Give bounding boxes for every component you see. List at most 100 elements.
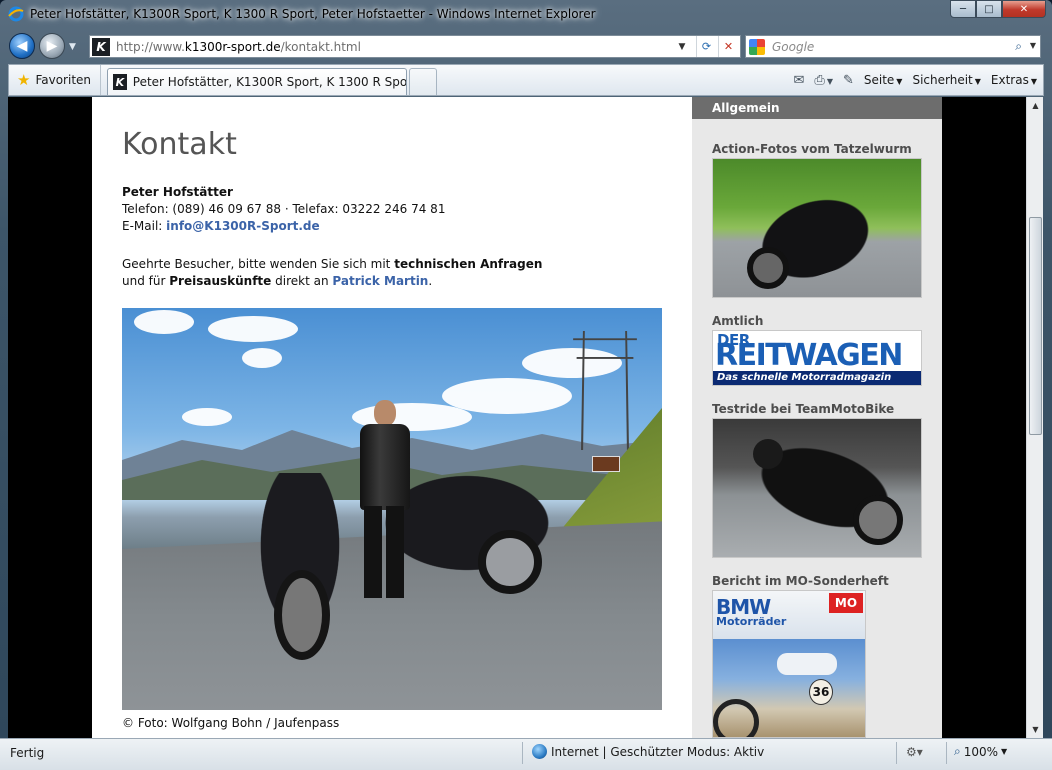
rider-body	[360, 424, 410, 510]
status-separator	[896, 742, 897, 764]
sidebar-label-testride: Testride bei TeamMotoBike	[712, 402, 895, 416]
search-options-icon[interactable]: ▼	[1030, 41, 1036, 50]
page-viewport: Kontakt Peter Hofstätter Telefon: (089) …	[8, 97, 1043, 738]
cloud	[242, 348, 282, 368]
road-sign	[592, 456, 620, 472]
zone-label: Internet | Geschützter Modus: Aktiv	[551, 744, 765, 759]
sidebar-label-mo-report: Bericht im MO-Sonderheft	[712, 574, 889, 588]
rider-head	[374, 400, 396, 426]
new-tab-button[interactable]	[409, 68, 437, 95]
search-icon[interactable]: ⌕	[1015, 39, 1022, 54]
globe-icon	[532, 744, 547, 759]
menu-tools[interactable]: Extras ▼	[991, 73, 1037, 87]
url-path: /kontakt.html	[280, 39, 361, 54]
intro-part2: und für	[122, 274, 166, 288]
favorites-button[interactable]: ★ Favoriten	[9, 65, 101, 95]
title-bar: Peter Hofstätter, K1300R Sport, K 1300 R…	[0, 0, 1052, 30]
email-label: E-Mail:	[122, 219, 163, 233]
contact-person-link[interactable]: Patrick Martin	[332, 274, 428, 288]
toolbar-tools: ✉ ⎙ ▼ ✎ Seite ▼ Sicherheit ▼ Extras ▼	[794, 65, 1038, 95]
page-title: Kontakt	[122, 127, 237, 162]
menu-safety-label: Sicherheit	[912, 73, 973, 87]
action-photo-link[interactable]	[712, 158, 922, 298]
intro-bold2: Preisauskünfte	[169, 274, 272, 288]
mail-icon[interactable]: ✎	[843, 73, 854, 88]
command-bar: ★ Favoriten K Peter Hofstätter, K1300R S…	[8, 64, 1044, 96]
stop-icon[interactable]: ✕	[718, 36, 738, 57]
reitwagen-banner[interactable]: DER REITWAGEN Das schnelle Motorradmagaz…	[712, 330, 922, 386]
back-button[interactable]: ◀	[9, 33, 35, 59]
history-dropdown-icon[interactable]: ▼	[69, 42, 76, 52]
main-photo	[122, 308, 662, 710]
magazine-cover-link[interactable]: BMW Motorräder MO 36	[712, 590, 866, 738]
address-dropdown-icon[interactable]: ▼	[672, 36, 692, 57]
rider-legs	[364, 506, 404, 598]
popup-blocker-icon[interactable]: ⚙▾	[906, 745, 923, 759]
intro-line-2: und für Preisauskünfte direkt an Patrick…	[122, 273, 542, 290]
star-icon: ★	[17, 71, 31, 89]
forward-button[interactable]: ▶	[39, 33, 65, 59]
sidebar-label-amtlich: Amtlich	[712, 314, 764, 328]
minimize-button[interactable]: ─	[950, 0, 976, 18]
status-separator	[946, 742, 947, 764]
address-bar[interactable]: K http://www.k1300r-sport.de/kontakt.htm…	[89, 35, 741, 58]
rider	[354, 400, 414, 600]
reitwagen-title: REITWAGEN	[715, 338, 903, 373]
url-text[interactable]: http://www.k1300r-sport.de/kontakt.html	[116, 40, 361, 54]
ie-logo-icon	[8, 6, 24, 22]
race-number: 36	[809, 679, 833, 705]
status-text: Fertig	[10, 746, 45, 760]
sidebar: Allgemein Action-Fotos vom Tatzelwurm Am…	[692, 97, 942, 738]
helmet	[753, 439, 783, 469]
magazine-picture: 36	[713, 639, 865, 737]
menu-safety[interactable]: Sicherheit ▼	[912, 73, 980, 87]
magazine-title: Motorräder	[716, 615, 787, 628]
security-zone[interactable]: Internet | Geschützter Modus: Aktiv	[532, 744, 764, 759]
testride-photo-link[interactable]	[712, 418, 922, 558]
menu-page-label: Seite	[863, 73, 895, 87]
magazine-brand: BMW	[716, 595, 771, 619]
wheel	[713, 699, 759, 737]
menu-tools-label: Extras	[990, 73, 1029, 87]
intro-part1: Geehrte Besucher, bitte wenden Sie sich …	[122, 257, 391, 271]
scroll-up-icon[interactable]: ▲	[1027, 97, 1043, 114]
photo-caption: © Foto: Wolfgang Bohn / Jaufenpass	[122, 716, 340, 730]
tab-current[interactable]: K Peter Hofstätter, K1300R Sport, K 1300…	[107, 68, 407, 95]
window-controls: ─ □ ✕	[950, 0, 1046, 20]
menu-page[interactable]: Seite ▼	[864, 73, 903, 87]
cloud	[134, 310, 194, 334]
window-title: Peter Hofstätter, K1300R Sport, K 1300 R…	[30, 7, 596, 21]
intro-part3: direkt an	[275, 274, 329, 288]
scroll-thumb[interactable]	[1029, 217, 1042, 435]
intro-line-1: Geehrte Besucher, bitte wenden Sie sich …	[122, 256, 542, 273]
zoom-icon: ⌕	[954, 744, 961, 758]
zoom-level: 100%	[963, 744, 999, 759]
search-box[interactable]: Google ⌕ ▼	[745, 35, 1041, 58]
status-separator	[522, 742, 523, 764]
intro-end: .	[428, 274, 433, 288]
print-icon[interactable]: ⎙ ▼	[814, 73, 833, 88]
intro-text: Geehrte Besucher, bitte wenden Sie sich …	[122, 256, 542, 290]
sidebar-label-action-photos: Action-Fotos vom Tatzelwurm	[712, 142, 912, 156]
scroll-down-icon[interactable]: ▼	[1027, 721, 1043, 738]
email-link[interactable]: info@K1300R-Sport.de	[166, 219, 319, 233]
browser-window: Peter Hofstätter, K1300R Sport, K 1300 R…	[0, 0, 1052, 770]
refresh-icon[interactable]: ⟳	[696, 36, 716, 57]
zoom-dropdown-icon[interactable]: ▼	[1001, 747, 1007, 756]
maximize-button[interactable]: □	[976, 0, 1002, 18]
wheel	[747, 247, 789, 289]
wheel	[853, 495, 903, 545]
contact-name: Peter Hofstätter	[122, 185, 233, 199]
vertical-scrollbar[interactable]: ▲ ▼	[1026, 97, 1043, 738]
sidebar-header: Allgemein	[692, 97, 942, 119]
close-button[interactable]: ✕	[1002, 0, 1046, 18]
contact-email-line: E-Mail: info@K1300R-Sport.de	[122, 218, 445, 235]
zoom-control[interactable]: ⌕ 100% ▼	[954, 744, 1007, 759]
wheel	[274, 570, 330, 660]
contact-phone: Telefon: (089) 46 09 67 88 · Telefax: 03…	[122, 202, 446, 216]
feeds-icon[interactable]: ✉	[794, 73, 805, 88]
bike-tank	[777, 653, 837, 675]
favorites-label: Favoriten	[35, 73, 92, 87]
reitwagen-subtitle: Das schnelle Motorradmagazin	[713, 371, 921, 385]
cloud	[208, 316, 298, 342]
